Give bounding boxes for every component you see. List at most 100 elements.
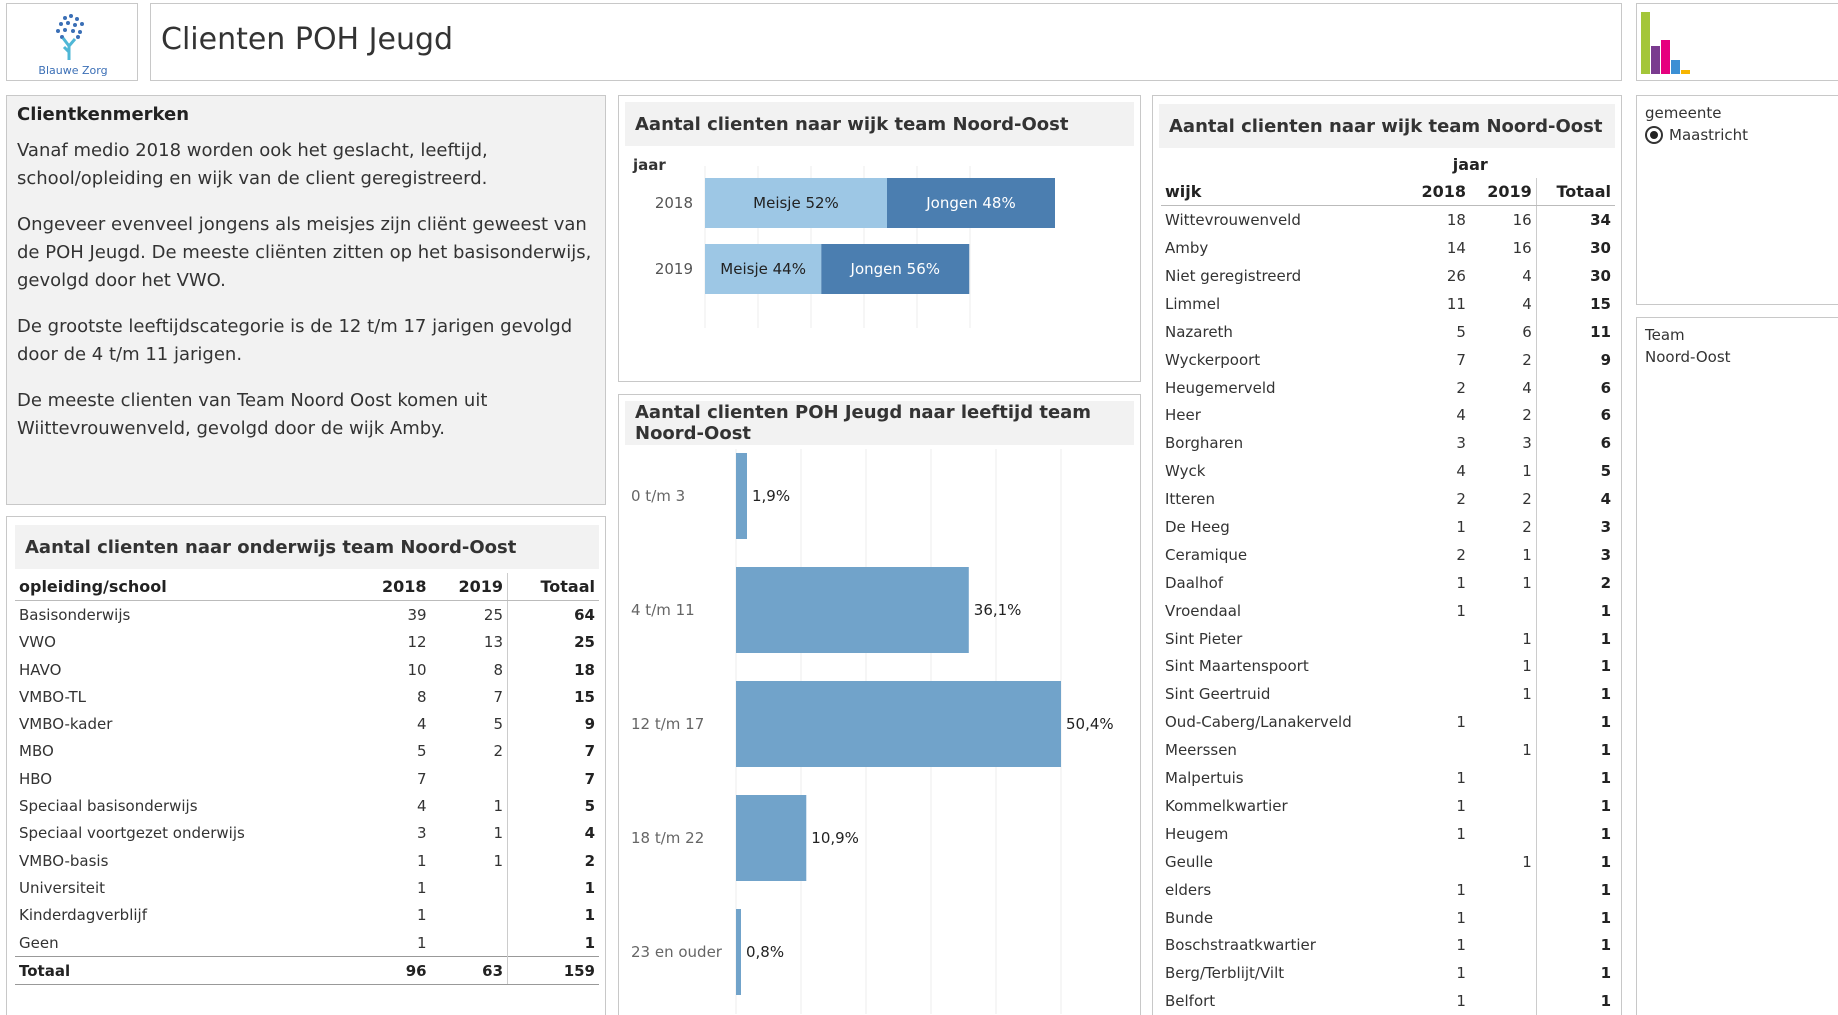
table-cell: 4: [507, 819, 599, 847]
age-bar[interactable]: [736, 453, 747, 539]
panel-title: Aantal clienten POH Jeugd naar leeftijd …: [625, 401, 1134, 445]
row-label: Itteren: [1165, 490, 1215, 509]
paragraph: De grootste leeftijdscategorie is de 12 …: [17, 316, 573, 365]
table-cell: 1: [1456, 992, 1466, 1011]
table-cell: 1: [1522, 685, 1532, 704]
table-cell: [1470, 959, 1536, 987]
table-cell: [1470, 987, 1536, 1015]
table-cell: 2: [1522, 518, 1532, 537]
column-header[interactable]: 2018: [1404, 178, 1470, 207]
table-row: HBO 7 7: [15, 765, 599, 793]
row-label: Kommelkwartier: [1165, 796, 1288, 815]
title-bar: Clienten POH Jeugd: [150, 3, 1622, 81]
row-label: Sint Pieter: [1165, 629, 1243, 648]
table-cell: 4: [1456, 406, 1466, 425]
table-cell: 26: [1446, 267, 1466, 286]
table-cell: 11: [1535, 317, 1615, 346]
table-cell: 4: [1522, 378, 1532, 397]
table-cell: 6: [1522, 322, 1532, 341]
table-cell: 1: [1535, 736, 1615, 765]
category-label: 4 t/m 11: [631, 601, 695, 619]
table-cell: 13: [483, 633, 504, 652]
table-cell: [1404, 736, 1470, 764]
table-cell: 3: [1456, 434, 1466, 453]
table-cell: 1: [1535, 764, 1615, 792]
table-row: Niet geregistreerd 26 4 30: [1161, 262, 1615, 290]
table-group-header-row: jaar: [1161, 150, 1615, 178]
panel-title: Aantal clienten naar wijk team Noord-Oos…: [625, 102, 1134, 146]
table-cell: 1: [1522, 573, 1532, 592]
column-header[interactable]: Totaal: [1535, 178, 1615, 207]
table-row: Geulle 1 1: [1161, 847, 1615, 876]
row-label: Wittevrouwenveld: [1165, 211, 1301, 230]
category-label: 2018: [655, 194, 693, 212]
table-cell: 4: [1522, 294, 1532, 313]
table-cell: 1: [1535, 875, 1615, 904]
table-cell: 1: [507, 874, 599, 902]
table-cell: 64: [507, 600, 599, 629]
age-bar[interactable]: [736, 567, 969, 653]
table-row: Universiteit 1 1: [15, 874, 599, 902]
total-cell: 96: [354, 956, 431, 986]
table-cell: 1: [507, 901, 599, 929]
table-cell: [1470, 792, 1536, 820]
age-chart-panel: Aantal clienten POH Jeugd naar leeftijd …: [618, 394, 1141, 1015]
table-cell: 1: [1522, 852, 1532, 871]
table-row: Borgharen 3 3 6: [1161, 429, 1615, 458]
column-header[interactable]: Totaal: [507, 573, 599, 602]
data-label: 0,8%: [746, 943, 784, 961]
table-cell: 14: [1446, 239, 1466, 258]
table-cell: 3: [417, 824, 427, 843]
table-cell: 1: [1535, 680, 1615, 709]
filter-value[interactable]: Noord-Oost: [1645, 348, 1731, 366]
column-header[interactable]: opleiding/school: [15, 573, 355, 602]
radio-option-maastricht[interactable]: Maastricht: [1645, 126, 1748, 144]
radio-selected-icon[interactable]: [1645, 126, 1663, 144]
table-row: Belfort 1 1: [1161, 987, 1615, 1015]
column-header[interactable]: 2018: [354, 573, 431, 602]
table-cell: 4: [417, 797, 427, 816]
age-bar[interactable]: [736, 909, 741, 995]
table-cell: 8: [417, 687, 427, 706]
table-cell: 5: [417, 742, 427, 761]
data-label: Jongen 56%: [850, 260, 940, 278]
table-row: Wyck 4 1 5: [1161, 457, 1615, 486]
category-label: 18 t/m 22: [631, 829, 704, 847]
age-bar[interactable]: [736, 795, 807, 881]
table-cell: 1: [1535, 931, 1615, 960]
row-label: MBO: [19, 742, 54, 761]
row-label: HBO: [19, 769, 53, 788]
data-label: 50,4%: [1066, 715, 1114, 733]
table-cell: [1404, 848, 1470, 876]
row-label: Vroendaal: [1165, 601, 1242, 620]
total-cell: Totaal: [15, 956, 355, 986]
column-header[interactable]: 2019: [430, 573, 508, 602]
table-cell: [1470, 764, 1536, 792]
row-label: Belfort: [1165, 992, 1216, 1011]
age-chart: 0 t/m 3 1,9% 4 t/m 11 36,1% 12 t/m 17 50,4% 18…: [631, 449, 1114, 1014]
table-cell: 6: [1535, 429, 1615, 458]
table-cell: 1: [1535, 652, 1615, 681]
table-cell: 2: [1456, 378, 1466, 397]
table-cell: 1: [1456, 518, 1466, 537]
age-bar[interactable]: [736, 681, 1061, 767]
table-cell: [431, 902, 508, 929]
table-cell: 9: [507, 710, 599, 738]
row-label: De Heeg: [1165, 518, 1230, 537]
table-cell: 1: [417, 906, 427, 925]
table-cell: 1: [1456, 936, 1466, 955]
row-label: Berg/Terblijt/Vilt: [1165, 964, 1285, 983]
table-cell: 15: [507, 683, 599, 711]
table-cell: 9: [1535, 345, 1615, 374]
column-header[interactable]: wijk: [1161, 178, 1405, 207]
total-cell: 159: [507, 956, 599, 986]
table-cell: 2: [1522, 406, 1532, 425]
table-cell: 1: [1535, 708, 1615, 737]
table-cell: 1: [493, 797, 504, 816]
table-cell: 30: [1535, 262, 1615, 290]
column-header[interactable]: 2019: [1469, 178, 1537, 207]
table-cell: [1470, 904, 1536, 932]
table-row: Itteren 2 2 4: [1161, 485, 1615, 514]
table-cell: 2: [1522, 490, 1532, 509]
table-cell: 7: [417, 769, 427, 788]
